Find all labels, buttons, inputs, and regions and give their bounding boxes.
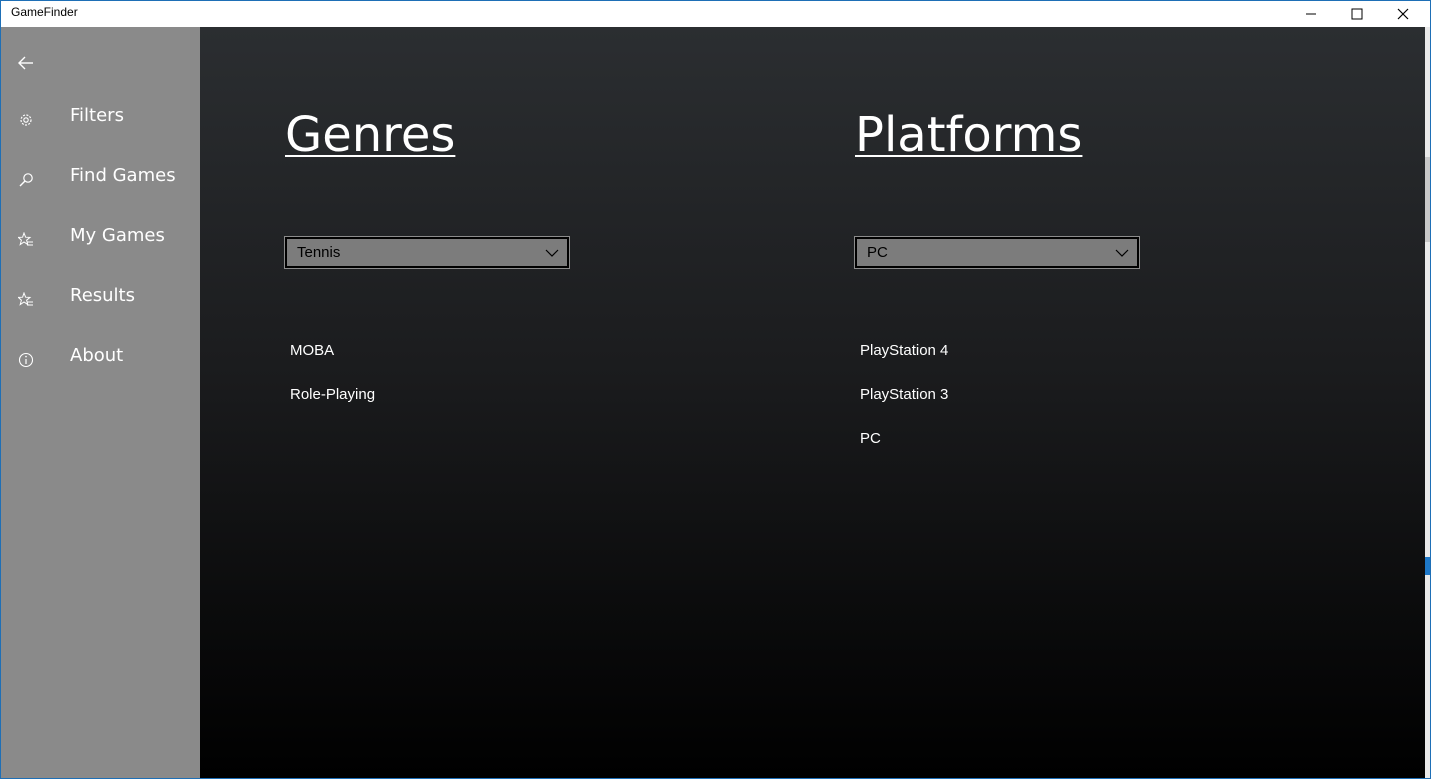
genre-list-item[interactable]: Role-Playing [290,386,375,403]
maximize-icon [1351,8,1363,20]
search-icon [17,171,35,189]
close-icon [1397,8,1409,20]
genre-dropdown[interactable]: Tennis [284,236,570,269]
window-title: GameFinder [11,5,78,19]
platform-dropdown[interactable]: PC [854,236,1140,269]
minimize-button[interactable] [1288,1,1334,27]
platforms-heading: Platforms [855,107,1083,163]
platform-dropdown-value: PC [867,244,888,261]
sidebar-item-filters[interactable]: Filters [1,95,200,143]
star-list-icon [17,231,35,249]
scroll-indicator [1425,557,1430,575]
sidebar-item-label: Results [70,285,135,306]
sidebar-item-label: Filters [70,105,124,126]
sidebar-item-results[interactable]: Results [1,275,200,323]
platform-list-item[interactable]: PlayStation 3 [860,386,948,403]
main-content: Genres Platforms Tennis PC MOBA Role-Pla… [200,27,1425,778]
sidebar-item-find-games[interactable]: Find Games [1,155,200,203]
genre-list-item[interactable]: MOBA [290,342,334,359]
arrow-left-icon [18,56,33,70]
genres-heading: Genres [285,107,456,163]
star-list-icon [17,291,35,309]
chevron-down-icon [545,247,559,259]
info-icon [17,351,35,369]
sidebar-item-about[interactable]: About [1,335,200,383]
platform-list-item[interactable]: PC [860,430,881,447]
chevron-down-icon [1115,247,1129,259]
sidebar-item-label: About [70,345,124,366]
gear-icon [17,111,35,129]
scrollbar-thumb[interactable] [1425,157,1430,242]
sidebar-item-label: My Games [70,225,165,246]
back-button[interactable] [11,51,41,75]
maximize-button[interactable] [1334,1,1380,27]
genre-dropdown-value: Tennis [297,244,341,261]
minimize-icon [1306,13,1316,15]
sidebar-item-label: Find Games [70,165,176,186]
close-button[interactable] [1380,1,1426,27]
platform-list-item[interactable]: PlayStation 4 [860,342,948,359]
scrollbar[interactable] [1425,27,1430,778]
sidebar-item-my-games[interactable]: My Games [1,215,200,263]
app-window: GameFinder Filters Find Games My Games R… [0,0,1431,779]
sidebar: Filters Find Games My Games Results Abou… [1,27,200,778]
title-bar: GameFinder [1,1,1430,27]
